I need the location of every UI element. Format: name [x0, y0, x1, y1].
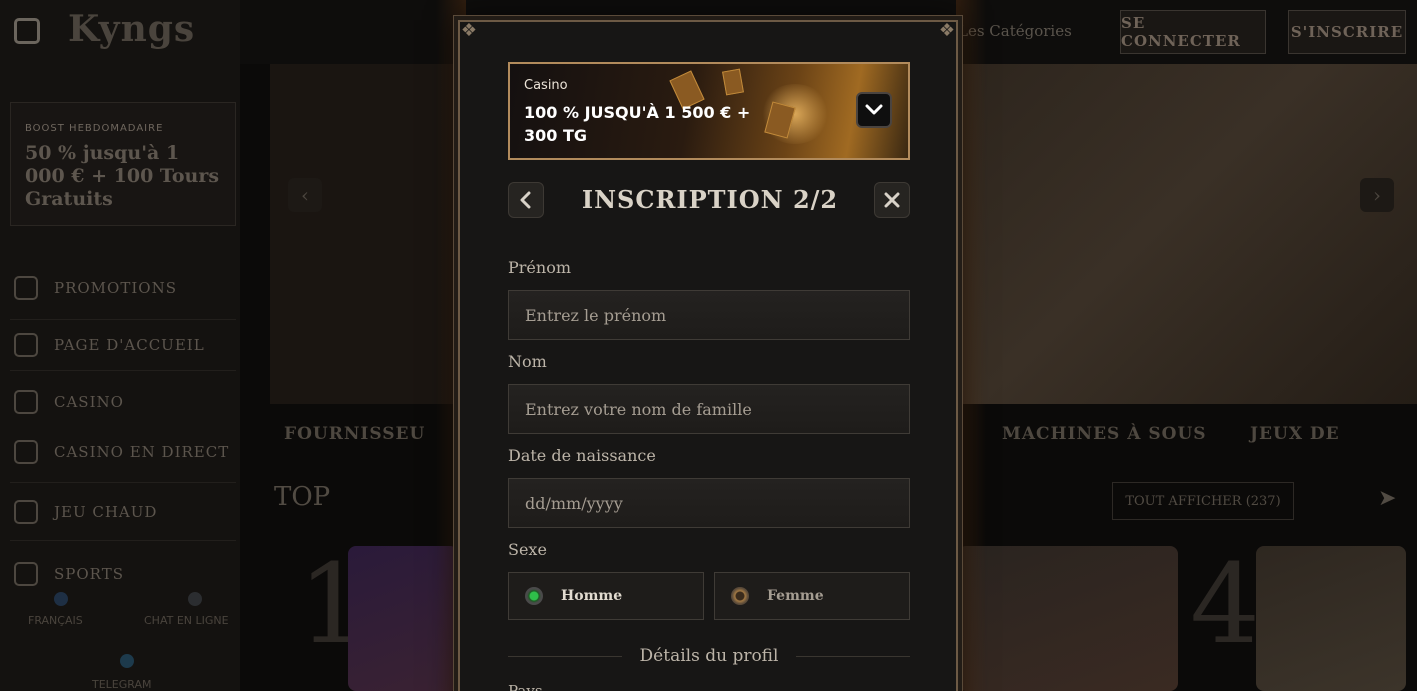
banner-category: Casino [524, 78, 568, 93]
back-button[interactable] [508, 182, 544, 218]
language-selector[interactable]: FRANÇAIS [28, 614, 83, 627]
corner-ornament-icon: ❖ [938, 20, 956, 41]
gender-option-homme[interactable]: Homme [508, 572, 704, 620]
boost-title: BOOST HEBDOMADAIRE [25, 123, 164, 134]
divider [10, 482, 236, 483]
radio-selected-icon [525, 587, 543, 605]
telegram-icon [120, 654, 134, 668]
sidebar-item-label: PAGE D'ACCUEIL [54, 336, 205, 354]
casino-icon [14, 390, 38, 414]
divider [10, 540, 236, 541]
banner-offer: 100 % JUSQU'À 1 500 € + 300 TG [524, 103, 751, 145]
tab-providers[interactable]: FOURNISSEU [284, 424, 425, 444]
tab-slots[interactable]: MACHINES À SOUS [1002, 424, 1207, 444]
cards-icon [14, 440, 38, 464]
live-chat-link[interactable]: CHAT EN LIGNE [144, 614, 229, 627]
chevron-left-icon [520, 191, 531, 209]
modal-title: INSCRIPTION 2/2 [581, 185, 839, 214]
section-title-top: TOP [274, 482, 331, 512]
close-button[interactable] [874, 182, 910, 218]
game-card[interactable] [958, 546, 1178, 691]
sidebar-item-label: PROMOTIONS [54, 279, 177, 297]
bonus-banner[interactable]: Casino 100 % JUSQU'À 1 500 € + 300 TG [508, 62, 910, 160]
login-button[interactable]: SE CONNECTER [1120, 10, 1266, 54]
sidebar-item-label: JEU CHAUD [54, 503, 158, 521]
sidebar-item-promotions[interactable]: PROMOTIONS [14, 276, 177, 300]
sidebar: Kyngs BOOST HEBDOMADAIRE 50 % jusqu'à 1 … [0, 0, 240, 691]
playing-card-icon [722, 68, 744, 96]
gift-icon [14, 276, 38, 300]
chat-icon [188, 592, 202, 606]
first-name-field[interactable]: Entrez le prénom [508, 290, 910, 340]
radio-unselected-icon [731, 587, 749, 605]
see-all-button[interactable]: TOUT AFFICHER (237) [1112, 482, 1294, 520]
gender-label: Sexe [508, 540, 547, 559]
sidebar-item-sports[interactable]: SPORTS [14, 562, 124, 586]
weekly-boost-card[interactable]: BOOST HEBDOMADAIRE 50 % jusqu'à 1 000 € … [10, 102, 236, 226]
language-icon [54, 592, 68, 606]
sidebar-item-label: CASINO [54, 393, 124, 411]
sidebar-item-live-casino[interactable]: CASINO EN DIRECT [14, 440, 229, 464]
first-name-label: Prénom [508, 258, 571, 277]
ball-icon [14, 562, 38, 586]
divider [10, 319, 236, 320]
sidebar-item-home[interactable]: PAGE D'ACCUEIL [14, 333, 205, 357]
expand-bonus-button[interactable] [856, 92, 892, 128]
game-card[interactable] [1256, 546, 1406, 691]
section-heading: Détails du profil [639, 646, 779, 666]
gender-option-label: Homme [561, 588, 623, 604]
birthdate-field[interactable]: dd/mm/yyyy [508, 478, 910, 528]
home-icon [14, 333, 38, 357]
boost-text: 50 % jusqu'à 1 000 € + 100 Tours Gratuit… [25, 142, 220, 210]
signup-modal: ❖ ❖ Casino 100 % JUSQU'À 1 500 € + 300 T… [458, 20, 958, 691]
gender-option-label: Femme [767, 588, 824, 604]
divider [10, 370, 236, 371]
hero-image [955, 64, 1417, 404]
chevron-down-icon [865, 104, 883, 115]
modal-glow [956, 0, 986, 691]
logo: Kyngs [68, 8, 196, 50]
fire-icon [14, 500, 38, 524]
divider-line [508, 655, 622, 657]
sidebar-item-casino[interactable]: CASINO [14, 390, 124, 414]
birthdate-label: Date de naissance [508, 446, 656, 465]
telegram-link[interactable]: TELEGRAM [92, 678, 152, 691]
close-icon [884, 192, 900, 208]
divider-line [796, 655, 911, 657]
signup-button[interactable]: S'INSCRIRE [1288, 10, 1406, 54]
last-name-label: Nom [508, 352, 547, 371]
tab-games[interactable]: JEUX DE [1250, 424, 1340, 444]
gender-option-femme[interactable]: Femme [714, 572, 910, 620]
country-label: Pays [508, 682, 543, 691]
sidebar-item-label: CASINO EN DIRECT [54, 443, 230, 461]
menu-icon[interactable] [14, 18, 40, 44]
section-divider: Détails du profil [508, 646, 911, 666]
sidebar-item-label: SPORTS [54, 565, 124, 583]
corner-ornament-icon: ❖ [460, 20, 478, 41]
next-arrow-icon[interactable]: ➤ [1378, 486, 1396, 511]
hero-next-button[interactable]: › [1360, 178, 1394, 212]
last-name-field[interactable]: Entrez votre nom de famille [508, 384, 910, 434]
hero-prev-button[interactable]: ‹ [288, 178, 322, 212]
rank-number: 4 [1190, 540, 1260, 668]
sidebar-item-hot-games[interactable]: JEU CHAUD [14, 500, 157, 524]
